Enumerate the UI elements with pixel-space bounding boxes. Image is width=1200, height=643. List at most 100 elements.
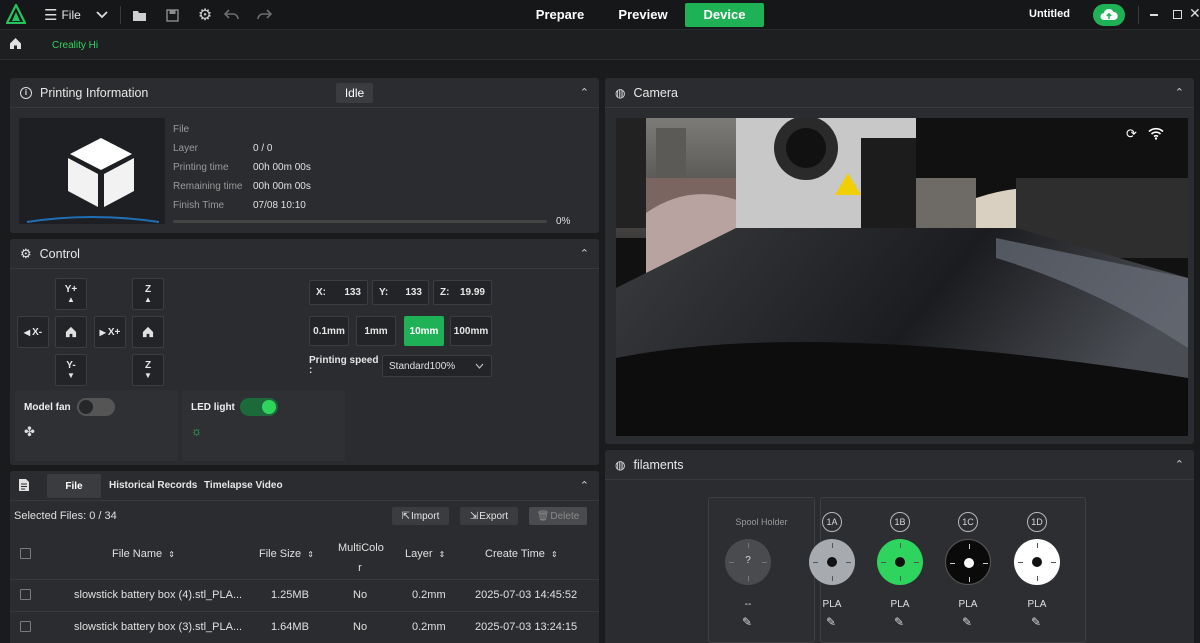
jog-z-up-button[interactable]: Z ▲ (132, 278, 164, 310)
x-coordinate: X: 133 (309, 280, 368, 305)
minimize-icon[interactable] (1150, 14, 1158, 16)
collapse-chevron-icon[interactable]: ⌃ (580, 86, 589, 99)
gear-icon[interactable]: ⚙ (196, 6, 214, 24)
row-checkbox[interactable] (20, 621, 31, 632)
select-all-checkbox[interactable] (20, 548, 31, 559)
column-header-create-time[interactable]: Create Time ⇕ (485, 548, 558, 560)
edit-pencil-icon[interactable]: ✎ (1031, 615, 1041, 629)
jog-y-minus-button[interactable]: Y- ▼ (55, 354, 87, 386)
column-header-multicolor[interactable]: MultiColo r (338, 538, 384, 578)
fan-icon: ✤ (24, 424, 35, 439)
dial-tick (831, 543, 833, 548)
delete-button[interactable]: 🗑 Delete (529, 507, 587, 525)
jog-x-minus-button[interactable]: ◀ X- (17, 316, 49, 348)
arrow-up-icon: ▲ (67, 295, 75, 304)
led-light-toggle[interactable] (240, 398, 278, 416)
trash-icon: 🗑 (536, 510, 550, 522)
edit-pencil-icon[interactable]: ✎ (742, 615, 752, 629)
top-bar: ☰ File ⚙ Prepare Preview Device Untitled… (0, 0, 1200, 30)
jog-z-down-button[interactable]: Z ▼ (132, 354, 164, 386)
dial-tick (881, 561, 886, 563)
printer-tab[interactable]: Creality Hi (52, 40, 98, 51)
collapse-chevron-icon[interactable]: ⌃ (1175, 86, 1184, 99)
column-header-file-size[interactable]: File Size ⇕ (259, 548, 314, 560)
file-size-header-label: File Size (259, 548, 302, 560)
sort-icon: ⇕ (550, 550, 558, 559)
row-layer: 0.2mm (412, 589, 446, 601)
jog-y-plus-button[interactable]: Y+ ▲ (55, 278, 87, 310)
chevron-down-icon[interactable] (93, 6, 111, 24)
model-fan-toggle[interactable] (77, 398, 115, 416)
restore-icon[interactable] (1173, 10, 1182, 19)
edit-pencil-icon[interactable]: ✎ (894, 615, 904, 629)
divider (1138, 6, 1139, 24)
import-button[interactable]: ⇱ Import (392, 507, 449, 525)
refresh-icon[interactable]: ⟳ (1126, 126, 1137, 142)
printing-speed-select[interactable]: Standard100% (382, 355, 492, 377)
dial-tick (968, 577, 970, 582)
tab-prepare[interactable]: Prepare (524, 3, 596, 27)
control-gear-icon: ⚙ (20, 245, 32, 261)
save-icon[interactable] (163, 6, 181, 24)
spool-holder-label: Spool Holder (735, 517, 788, 527)
row-layer: 0.2mm (412, 621, 446, 633)
slot-id-badge: 1A (822, 512, 842, 532)
tab-preview[interactable]: Preview (607, 3, 679, 27)
spool-holder-dial[interactable]: ? (725, 539, 771, 585)
undo-icon[interactable] (222, 6, 240, 24)
collapse-chevron-icon[interactable]: ⌃ (580, 247, 589, 260)
edit-pencil-icon[interactable]: ✎ (826, 615, 836, 629)
home-icon[interactable] (9, 37, 22, 53)
column-header-layer[interactable]: Layer ⇕ (405, 548, 445, 560)
cloud-upload-button[interactable] (1093, 4, 1125, 26)
progress-percent: 0% (556, 216, 571, 227)
y-axis-label: Y: (379, 287, 389, 298)
open-folder-icon[interactable] (130, 6, 148, 24)
multicolor-header-line1: MultiColo (338, 542, 384, 554)
app-logo-icon (6, 4, 26, 24)
file-menu-button[interactable]: ☰ File (44, 6, 81, 24)
close-icon[interactable]: ✕ (1189, 5, 1200, 22)
redo-icon[interactable] (255, 6, 273, 24)
slot-material: PLA (1027, 599, 1047, 610)
tab-historical-records[interactable]: Historical Records (109, 480, 197, 491)
jog-x-plus-button[interactable]: ▶ X+ (94, 316, 126, 348)
model-thumbnail (19, 118, 165, 224)
printing-speed-colon: : (309, 365, 313, 376)
home-z-button[interactable] (132, 316, 164, 348)
filament-slot-1b-dial[interactable] (877, 539, 923, 585)
row-checkbox[interactable] (20, 589, 31, 600)
globe-icon: ◍ (615, 457, 626, 472)
collapse-chevron-icon[interactable]: ⌃ (1175, 458, 1184, 471)
info-icon: i (20, 86, 32, 99)
step-1mm-button[interactable]: 1mm (356, 316, 396, 346)
home-xy-button[interactable] (55, 316, 87, 348)
tab-device[interactable]: Device (685, 3, 764, 27)
export-button[interactable]: ⇲ Export (460, 507, 518, 525)
collapse-chevron-icon[interactable]: ⌃ (580, 479, 589, 492)
camera-header: ◍ Camera (605, 78, 1194, 108)
step-0-1mm-button[interactable]: 0.1mm (309, 316, 349, 346)
tab-timelapse-video[interactable]: Timelapse Video (204, 480, 283, 491)
dial-tick (1036, 543, 1038, 548)
filament-slot-1a-dial[interactable] (809, 539, 855, 585)
tab-file[interactable]: File (47, 474, 101, 498)
light-bulb-icon: ☼ (191, 424, 202, 438)
slot-material: PLA (958, 599, 978, 610)
filaments-header: ◍ filaments (605, 450, 1194, 480)
slot-id-badge: 1D (1027, 512, 1047, 532)
row-create-time: 2025-07-03 14:45:52 (475, 589, 578, 601)
row-file-size: 1.64MB (271, 621, 309, 633)
create-time-header-label: Create Time (485, 548, 545, 560)
table-row[interactable]: slowstick battery box (3).stl_PLA... 1.6… (10, 612, 599, 642)
step-10mm-button[interactable]: 10mm (404, 316, 444, 346)
filament-slot-1c-dial[interactable] (945, 539, 991, 585)
dial-tick (846, 561, 851, 563)
step-100mm-button[interactable]: 100mm (450, 316, 492, 346)
filament-slot-1d-dial[interactable] (1014, 539, 1060, 585)
led-light-label: LED light (191, 402, 235, 413)
edit-pencil-icon[interactable]: ✎ (962, 615, 972, 629)
table-row[interactable]: slowstick battery box (4).stl_PLA... 1.2… (10, 580, 599, 610)
row-file-size: 1.25MB (271, 589, 309, 601)
column-header-file-name[interactable]: File Name ⇕ (112, 548, 175, 560)
